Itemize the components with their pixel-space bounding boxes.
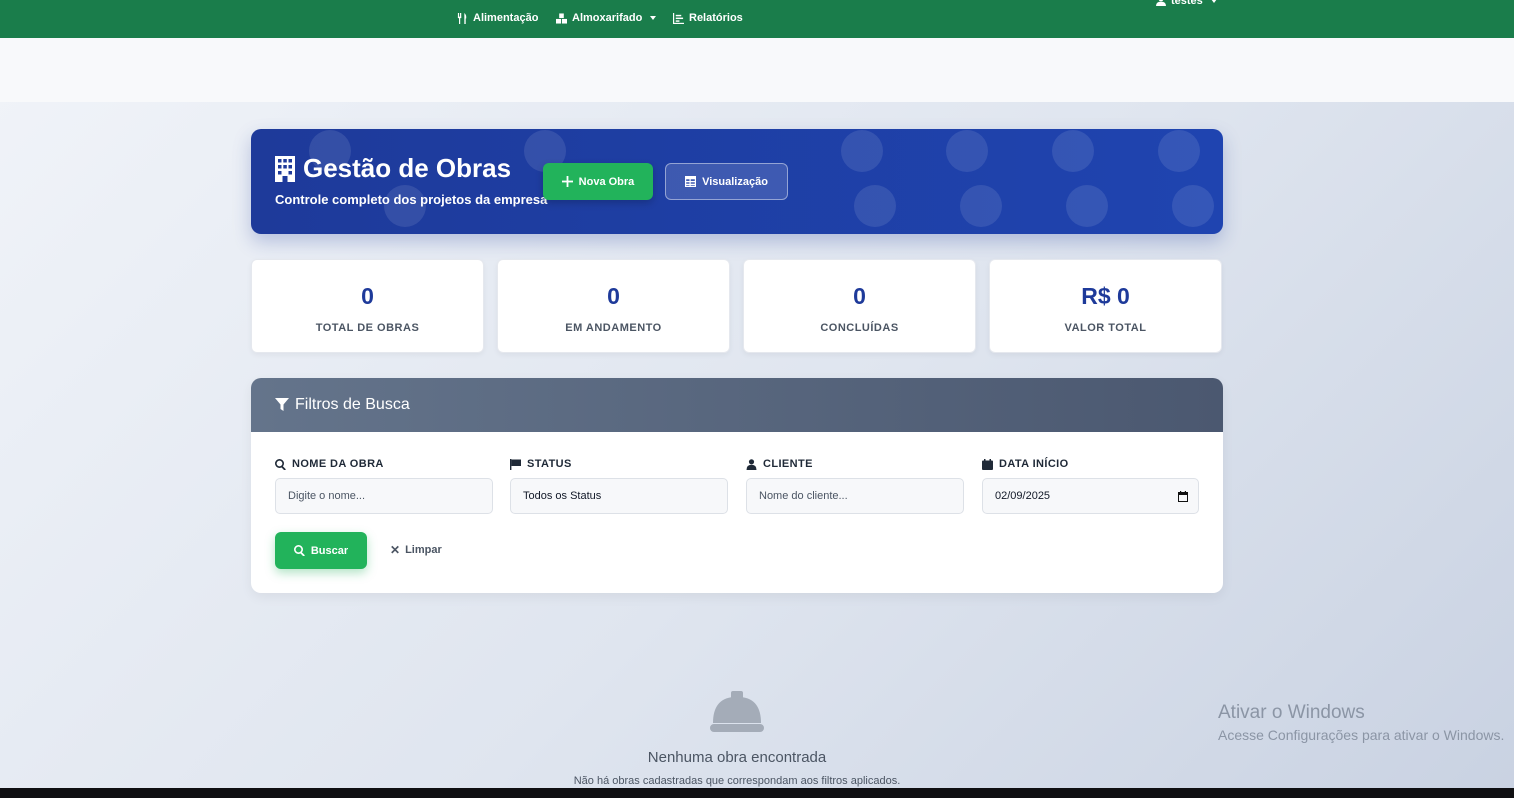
top-navbar: Alimentação Almoxarifado Relatórios test… (0, 0, 1514, 38)
nav-item-alimentacao[interactable]: Alimentação (457, 11, 538, 25)
start-date-value: 02/09/2025 (995, 490, 1051, 502)
user-tie-icon (746, 458, 757, 470)
stat-value: R$ 0 (1081, 283, 1130, 309)
decor-circle (1172, 185, 1214, 227)
page-title: Gestão de Obras (275, 153, 511, 184)
user-menu[interactable]: testes (1156, 0, 1217, 7)
stat-label: EM ANDAMENTO (565, 322, 662, 334)
stat-card-total-value: R$ 0 VALOR TOTAL (989, 259, 1222, 353)
table-icon (685, 176, 697, 187)
utensils-icon (457, 12, 467, 24)
close-icon: ✕ (390, 543, 401, 557)
stat-label: TOTAL DE OBRAS (315, 322, 420, 334)
stat-label: VALOR TOTAL (1064, 322, 1147, 334)
clear-filters-button[interactable]: ✕ Limpar (390, 543, 442, 557)
boxes-icon (556, 12, 567, 24)
new-obra-button[interactable]: Nova Obra (543, 163, 653, 200)
new-obra-button-label: Nova Obra (578, 175, 635, 188)
field-label-data-inicio: DATA INÍCIO (982, 458, 1069, 470)
calendar-icon (982, 458, 993, 470)
nav-item-label: Alimentação (473, 12, 539, 24)
hero-banner: Gestão de Obras Controle completo dos pr… (251, 129, 1223, 234)
decor-circle (960, 185, 1002, 227)
decor-circle (854, 185, 896, 227)
field-label-status: STATUS (510, 458, 572, 470)
search-icon (293, 545, 305, 556)
hard-hat-icon (710, 691, 764, 732)
view-mode-button-label: Visualização (702, 175, 768, 188)
filters-title: Filtros de Busca (275, 396, 410, 414)
filters-card: Filtros de Busca NOME DA OBRA Digite o n… (251, 378, 1223, 593)
field-label-text: DATA INÍCIO (999, 458, 1069, 470)
field-label-nome: NOME DA OBRA (275, 458, 384, 470)
page-title-text: Gestão de Obras (303, 153, 512, 183)
decor-circle (1066, 185, 1108, 227)
decor-circle (1052, 130, 1094, 172)
building-icon (275, 155, 295, 182)
taskbar-edge (0, 788, 1514, 798)
search-icon (275, 458, 286, 470)
empty-state-title: Nenhuma obra encontrada (647, 749, 827, 766)
stat-value: 0 (607, 283, 620, 309)
windows-activation-title: Ativar o Windows (1218, 702, 1365, 723)
field-label-text: CLIENTE (763, 458, 813, 470)
search-button[interactable]: Buscar (275, 532, 367, 569)
field-label-text: STATUS (527, 458, 572, 470)
chevron-down-icon (650, 16, 657, 20)
field-label-cliente: CLIENTE (746, 458, 813, 470)
start-date-input[interactable]: 02/09/2025 (982, 478, 1199, 514)
status-select[interactable]: Todos os Status (510, 478, 728, 514)
view-mode-button[interactable]: Visualização (665, 163, 788, 200)
plus-icon (561, 176, 573, 187)
nav-item-label: Relatórios (689, 12, 743, 24)
user-icon (1156, 0, 1166, 6)
stat-value: 0 (361, 283, 374, 309)
nav-item-relatorios[interactable]: Relatórios (673, 11, 743, 25)
decor-circle (1158, 130, 1200, 172)
empty-state-subtitle: Não há obras cadastradas que corresponda… (573, 775, 901, 787)
chevron-down-icon (1210, 0, 1217, 3)
filters-header: Filtros de Busca (251, 378, 1223, 432)
filter-icon (275, 398, 289, 411)
decor-circle (841, 130, 883, 172)
stat-card-in-progress: 0 EM ANDAMENTO (497, 259, 730, 353)
calendar-picker-icon[interactable] (1178, 491, 1188, 502)
nav-item-almoxarifado[interactable]: Almoxarifado (556, 11, 657, 25)
field-label-text: NOME DA OBRA (292, 458, 384, 470)
stat-value: 0 (853, 283, 866, 309)
client-input[interactable]: Nome do cliente... (746, 478, 964, 514)
obra-name-input[interactable]: Digite o nome... (275, 478, 493, 514)
clear-button-label: Limpar (405, 544, 442, 556)
user-name: testes (1171, 0, 1203, 7)
stat-card-completed: 0 CONCLUÍDAS (743, 259, 976, 353)
stat-card-total: 0 TOTAL DE OBRAS (251, 259, 484, 353)
stat-label: CONCLUÍDAS (820, 322, 899, 334)
chart-icon (673, 12, 684, 24)
windows-activation-subtitle: Acesse Configurações para ativar o Windo… (1218, 727, 1505, 743)
page-subtitle: Controle completo dos projetos da empres… (275, 192, 548, 207)
decor-circle (946, 130, 988, 172)
filters-title-text: Filtros de Busca (295, 396, 410, 413)
nav-item-label: Almoxarifado (572, 12, 643, 24)
flag-icon (510, 458, 521, 470)
search-button-label: Buscar (310, 544, 349, 557)
sub-header-bar (0, 38, 1514, 102)
